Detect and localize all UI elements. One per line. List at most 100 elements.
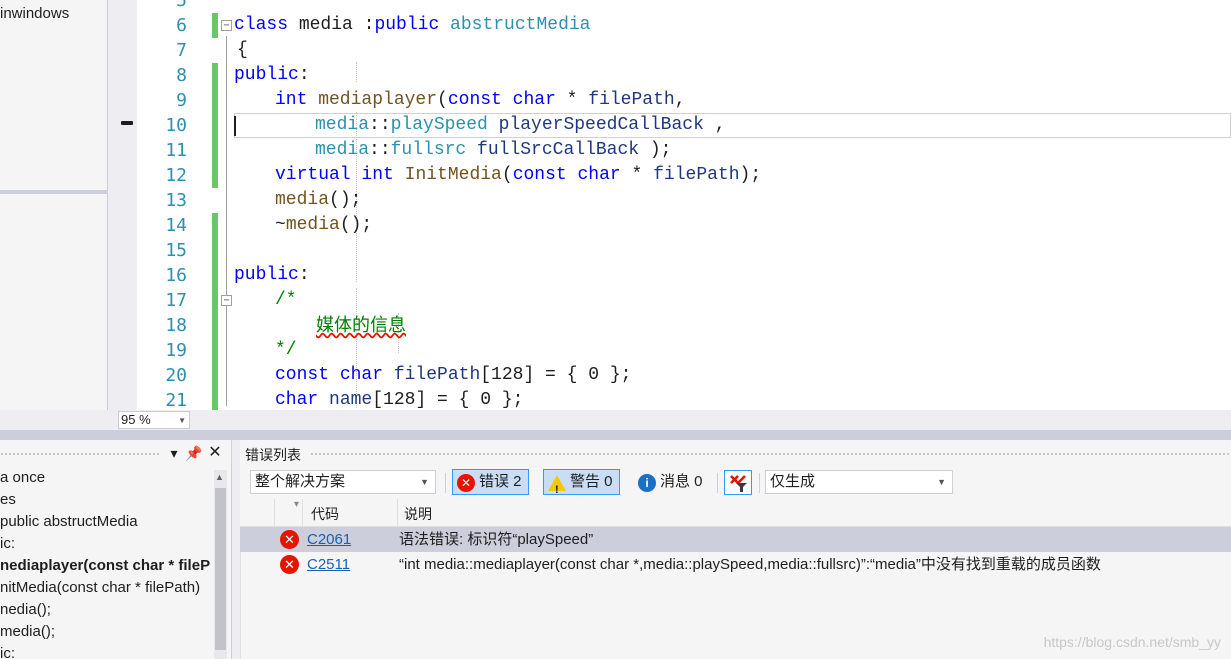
scroll-up-icon[interactable]: ▲: [215, 472, 224, 482]
code-line: 5: [117, 0, 1231, 13]
code-text: /*: [275, 290, 297, 310]
outline-item[interactable]: nedia();: [0, 599, 51, 621]
code-text: 媒体的信息: [316, 315, 406, 336]
line-number: 13: [165, 190, 187, 211]
close-icon[interactable]: ✕: [206, 443, 224, 463]
code-line: 16 public:: [117, 263, 1231, 288]
line-number: 7: [176, 40, 187, 61]
sort-icon[interactable]: ▾: [294, 499, 299, 510]
panel-splitter[interactable]: [0, 430, 1231, 440]
outline-panel: ▾ 📌 ✕ a once es public abstructMedia ic:…: [0, 440, 232, 659]
code-text: const char filePath[128] = { 0 };: [275, 365, 632, 385]
chevron-down-icon: ▼: [420, 477, 429, 487]
line-number: 21: [165, 390, 187, 410]
line-number: 18: [165, 315, 187, 336]
scope-value: 整个解决方案: [255, 473, 346, 490]
errors-filter-button[interactable]: ✕ 错误 2: [452, 469, 529, 495]
code-line: 6 − class media :public abstructMedia: [117, 13, 1231, 38]
scope-combobox[interactable]: 整个解决方案 ▼: [250, 470, 436, 494]
code-text: {: [237, 40, 248, 60]
code-line: 8 public:: [117, 63, 1231, 88]
code-text: public:: [234, 265, 310, 285]
error-list-header-row: ▾ 代码 说明: [240, 499, 1231, 527]
line-number: 8: [176, 65, 187, 86]
change-bar: [212, 163, 218, 188]
change-bar: [212, 63, 218, 88]
code-line: 20 const char filePath[128] = { 0 };: [117, 363, 1231, 388]
chevron-down-icon: ▼: [937, 477, 946, 487]
code-line: 10 media::playSpeed playerSpeedCallBack …: [117, 113, 1231, 138]
line-number: 5: [176, 0, 187, 11]
error-code-link[interactable]: C2061: [307, 527, 351, 552]
warning-icon: [548, 475, 566, 502]
code-text: virtual int InitMedia(const char * fileP…: [275, 165, 762, 185]
line-number: 20: [165, 365, 187, 386]
code-line: 21 char name[128] = { 0 };: [117, 388, 1231, 410]
pin-icon[interactable]: 📌: [185, 443, 203, 463]
change-bar: [212, 213, 218, 238]
zoom-combobox[interactable]: 95 % ▼: [118, 411, 190, 429]
build-filter-toggle-button[interactable]: [724, 470, 752, 495]
code-line: 7 {: [117, 38, 1231, 63]
outline-item[interactable]: media();: [0, 621, 55, 643]
code-line: 13 media();: [117, 188, 1231, 213]
code-line: 9 int mediaplayer(const char * filePath,: [117, 88, 1231, 113]
collapse-icon[interactable]: −: [221, 295, 232, 306]
code-editor[interactable]: 5 6 − class media :public abstructMedia …: [117, 0, 1231, 410]
line-number: 10: [165, 115, 187, 136]
column-header-code[interactable]: 代码: [311, 504, 339, 524]
messages-filter-button[interactable]: i 消息 0: [633, 469, 710, 495]
code-text: int mediaplayer(const char * filePath,: [275, 90, 686, 110]
scrollbar-thumb[interactable]: [215, 488, 226, 650]
change-bar: [212, 288, 218, 313]
line-number: 11: [165, 140, 187, 161]
info-icon: i: [638, 474, 656, 492]
build-filter-combobox[interactable]: 仅生成 ▼: [765, 470, 953, 494]
line-number: 17: [165, 290, 187, 311]
column-header-description[interactable]: 说明: [404, 504, 432, 524]
code-text: media::fullsrc fullSrcCallBack );: [315, 140, 672, 160]
change-bar: [212, 363, 218, 388]
line-number: 16: [165, 265, 187, 286]
change-bar: [212, 13, 218, 38]
outline-item[interactable]: ic:: [0, 533, 15, 555]
error-list-toolbar: 整个解决方案 ▼ ✕ 错误 2 警告 0 i 消息 0 仅生成 ▼: [240, 467, 1231, 502]
outline-item[interactable]: es: [0, 489, 16, 511]
watermark: https://blog.csdn.net/smb_yy: [1043, 634, 1221, 650]
code-text: ~media();: [275, 215, 373, 235]
error-list-title: 错误列表: [245, 447, 301, 463]
error-row[interactable]: ✕ C2061 语法错误: 标识符“playSpeed”: [240, 527, 1231, 552]
text-caret: [234, 116, 236, 136]
code-line: 18 媒体的信息: [117, 313, 1231, 338]
outline-item[interactable]: nitMedia(const char * filePath): [0, 577, 200, 599]
code-line: 17 − /*: [117, 288, 1231, 313]
vertical-scrollbar[interactable]: ▲: [214, 470, 227, 659]
solution-item[interactable]: inwindows: [0, 5, 69, 22]
line-number: 14: [165, 215, 187, 236]
change-bar: [212, 338, 218, 363]
line-number: 6: [176, 15, 187, 36]
error-code-link[interactable]: C2511: [307, 552, 350, 577]
outline-item[interactable]: nediaplayer(const char * fileP: [0, 555, 210, 577]
editor-status-strip: 95 % ▼: [108, 410, 1231, 430]
collapse-icon[interactable]: −: [221, 20, 232, 31]
line-number: 19: [165, 340, 187, 361]
code-line: 12 virtual int InitMedia(const char * fi…: [117, 163, 1231, 188]
dropdown-arrow-icon[interactable]: ▾: [165, 443, 183, 463]
code-line: 14 ~media();: [117, 213, 1231, 238]
solution-explorer-panel: inwindows: [0, 0, 108, 410]
error-list-header: 错误列表: [240, 440, 1231, 466]
warnings-filter-button[interactable]: 警告 0: [543, 469, 620, 502]
code-line: 15: [117, 238, 1231, 263]
chevron-down-icon: ▼: [178, 416, 186, 425]
outline-item[interactable]: ic:: [0, 643, 15, 659]
outline-panel-header: ▾ 📌 ✕: [0, 440, 231, 466]
outline-item[interactable]: public abstructMedia: [0, 511, 138, 533]
code-line: 19 */: [117, 338, 1231, 363]
code-text: media();: [275, 190, 362, 210]
change-bar: [212, 88, 218, 113]
change-bar: [212, 263, 218, 288]
outline-item[interactable]: a once: [0, 467, 45, 489]
error-icon: ✕: [280, 530, 299, 549]
error-row[interactable]: ✕ C2511 “int media::mediaplayer(const ch…: [240, 552, 1231, 577]
